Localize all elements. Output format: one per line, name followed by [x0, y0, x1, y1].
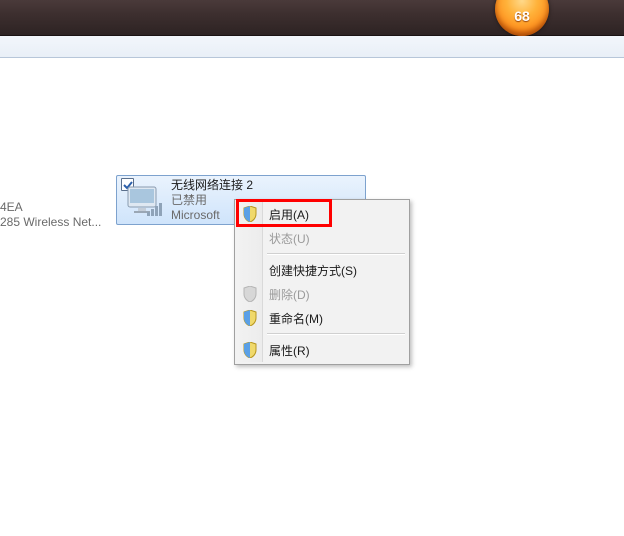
partial-line1: 4EA [0, 200, 101, 215]
menu-properties[interactable]: 属性(R) [237, 338, 407, 362]
shield-icon [242, 286, 258, 302]
partial-line2: 285 Wireless Net... [0, 215, 101, 230]
menu-create-shortcut[interactable]: 创建快捷方式(S) [237, 258, 407, 282]
partial-adapter-text: 4EA 285 Wireless Net... [0, 200, 101, 230]
shield-icon [242, 310, 258, 326]
menu-separator [267, 253, 405, 255]
notification-badge[interactable]: 68 [495, 0, 549, 36]
shield-icon [242, 206, 258, 222]
badge-count: 68 [514, 8, 530, 24]
toolbar [0, 36, 624, 58]
menu-enable-label: 启用(A) [269, 206, 309, 223]
adapter-icon [121, 178, 165, 222]
menu-rename[interactable]: 重命名(M) [237, 306, 407, 330]
menu-enable[interactable]: 启用(A) [237, 202, 407, 226]
menu-status: 状态(U) [237, 226, 407, 250]
content-area: 4EA 285 Wireless Net... 无线网络连接 2 [0, 58, 624, 536]
menu-properties-label: 属性(R) [269, 342, 310, 359]
menu-shortcut-label: 创建快捷方式(S) [269, 262, 357, 279]
context-menu: 启用(A) 状态(U) 创建快捷方式(S) 删除(D) 重命名(M) 属性 [234, 199, 410, 365]
menu-delete: 删除(D) [237, 282, 407, 306]
menu-status-label: 状态(U) [269, 230, 310, 247]
adapter-title: 无线网络连接 2 [171, 178, 253, 193]
menu-separator [267, 333, 405, 335]
window-titlebar: 68 [0, 0, 624, 36]
monitor-icon [127, 184, 165, 220]
shield-icon [242, 342, 258, 358]
menu-rename-label: 重命名(M) [269, 310, 323, 327]
menu-delete-label: 删除(D) [269, 286, 310, 303]
